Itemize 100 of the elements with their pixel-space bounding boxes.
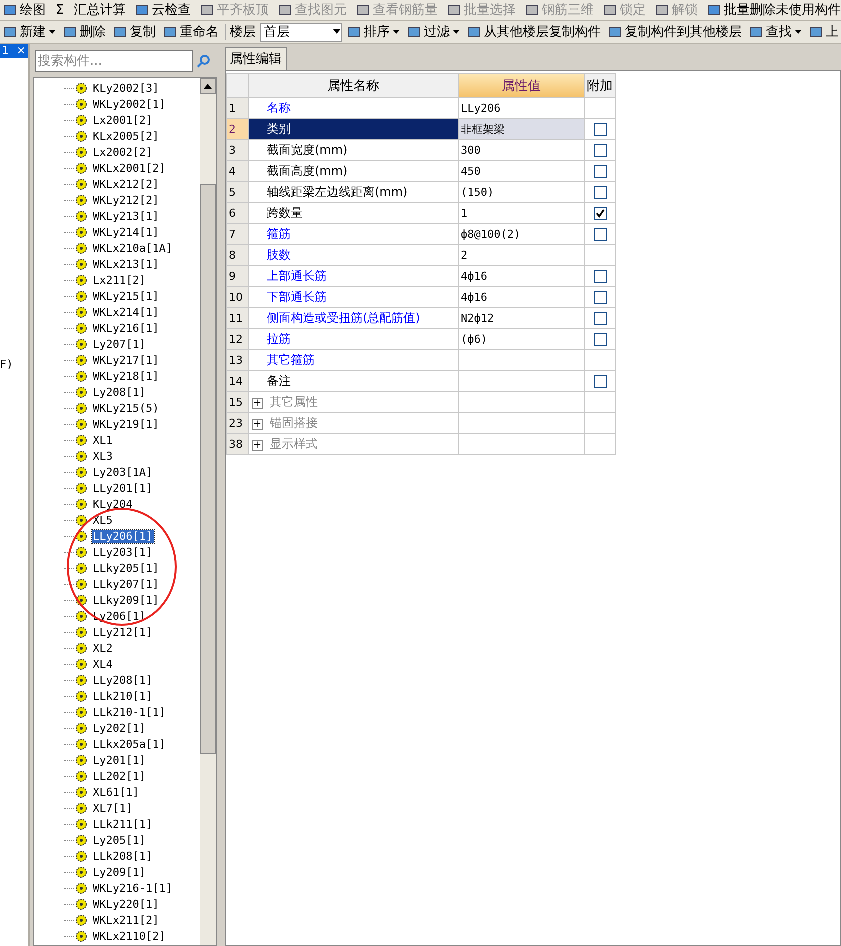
tree-item[interactable]: Ly203[1A] [92, 466, 154, 478]
tree-item[interactable]: LLy208[1] [92, 674, 154, 686]
property-name[interactable]: 箍筋 [248, 224, 458, 244]
tree-item[interactable]: XL2 [92, 642, 114, 654]
tree-item[interactable]: LL202[1] [92, 770, 147, 782]
tree-item[interactable]: WKLy219[1] [92, 418, 160, 430]
tree-item[interactable]: XL3 [92, 450, 114, 462]
property-name[interactable]: 侧面构造或受扭筋(总配筋值) [248, 308, 458, 328]
close-button[interactable]: × [16, 44, 26, 58]
property-name[interactable]: 截面高度(mm) [248, 160, 458, 182]
checkbox[interactable] [594, 207, 606, 220]
scrollbar[interactable] [200, 78, 216, 945]
toolbar-button[interactable]: 批量删除未使用构件 [706, 1, 841, 19]
tree-item[interactable]: LLk210-1[1] [92, 706, 167, 718]
tree-item[interactable]: WKLy216[1] [92, 322, 160, 334]
toolbar-button[interactable]: 排序 [346, 23, 402, 41]
tree-item[interactable]: Ly205[1] [92, 834, 147, 846]
toolbar-button[interactable]: 复制 [112, 23, 158, 41]
tree-item[interactable]: WKLy216-1[1] [92, 882, 174, 894]
property-name[interactable]: 轴线距梁左边线距离(mm) [248, 182, 458, 202]
expand-button[interactable]: + [252, 398, 263, 408]
property-value[interactable]: N2ф12 [458, 308, 584, 328]
checkbox[interactable] [594, 228, 606, 242]
toolbar-button[interactable]: 删除 [62, 23, 108, 41]
checkbox[interactable] [594, 144, 606, 158]
tree-item[interactable]: Lx2002[2] [92, 146, 154, 158]
checkbox[interactable] [594, 312, 606, 326]
tree-item[interactable]: WKLy2002[1] [92, 98, 167, 110]
tree-item[interactable]: WKLy212[2] [92, 194, 160, 206]
tree-item[interactable]: KLy204 [92, 498, 134, 510]
property-name[interactable]: 其它箍筋 [248, 350, 458, 370]
expand-button[interactable]: + [252, 440, 263, 450]
tree-item[interactable]: KLy2002[3] [92, 82, 160, 94]
expand-button[interactable]: + [252, 418, 263, 430]
tree-item[interactable]: WKLx2110[2] [92, 930, 167, 942]
property-value[interactable]: 4ф16 [458, 266, 584, 286]
search-field[interactable]: 搜索构件... [35, 50, 193, 72]
toolbar-button[interactable]: 上 [808, 23, 841, 41]
property-name[interactable]: 拉筋 [248, 328, 458, 350]
toolbar-button[interactable]: 复制构件到其他楼层 [607, 23, 744, 41]
toolbar-button[interactable]: 汇总计算 [72, 1, 128, 19]
tree-item[interactable]: LLk210[1] [92, 690, 154, 702]
tree-item[interactable]: LLy201[1] [92, 482, 154, 494]
checkbox[interactable] [594, 375, 606, 388]
properties-tab[interactable]: 属性编辑 [225, 47, 287, 70]
toolbar-button[interactable]: 重命名 [162, 23, 221, 41]
tree-item[interactable]: WKLy214[1] [92, 226, 160, 238]
tree-item[interactable]: WKLx211[2] [92, 914, 160, 926]
tree-item[interactable]: Ly207[1] [92, 338, 147, 350]
property-name[interactable]: 名称 [248, 98, 458, 118]
tree-item[interactable]: WKLx210a[1A] [92, 242, 174, 254]
property-value[interactable]: (150) [458, 182, 584, 202]
tree-item[interactable]: LLky207[1] [92, 578, 160, 590]
property-value[interactable]: 2 [458, 244, 584, 266]
tree-item[interactable]: XL5 [92, 514, 114, 526]
tree-item[interactable]: KLx2005[2] [92, 130, 160, 142]
property-name[interactable]: 下部通长筋 [248, 286, 458, 308]
tree-item[interactable]: XL1 [92, 434, 114, 446]
tree-item[interactable]: WKLy220[1] [92, 898, 160, 910]
checkbox[interactable] [594, 186, 606, 200]
checkbox[interactable] [594, 165, 606, 178]
toolbar-button[interactable]: 云检查 [134, 1, 194, 19]
toolbar-button[interactable]: 从其他楼层复制构件 [466, 23, 603, 41]
checkbox[interactable] [594, 270, 606, 284]
tree-item[interactable]: WKLx212[2] [92, 178, 160, 190]
sum-button[interactable]: Σ [54, 2, 66, 18]
checkbox[interactable] [594, 123, 606, 136]
tree-item[interactable]: LLkx205a[1] [92, 738, 167, 750]
tree-item[interactable]: Ly202[1] [92, 722, 147, 734]
tree-item[interactable]: XL7[1] [92, 802, 134, 814]
property-value[interactable]: (ф6) [458, 328, 584, 350]
tree-item[interactable]: Ly201[1] [92, 754, 147, 766]
tree-item[interactable]: Ly209[1] [92, 866, 147, 878]
tree-item[interactable]: WKLx214[1] [92, 306, 160, 318]
property-name[interactable]: 上部通长筋 [248, 266, 458, 286]
panel-tab[interactable]: 1 × [0, 44, 28, 58]
tree-item[interactable]: WKLy215[1] [92, 290, 160, 302]
property-value[interactable]: 1 [458, 202, 584, 224]
tree-item[interactable]: LLy212[1] [92, 626, 154, 638]
tree-item[interactable]: LLky209[1] [92, 594, 160, 606]
tree-item[interactable]: WKLx2001[2] [92, 162, 167, 174]
property-name[interactable]: 备注 [248, 370, 458, 392]
property-value[interactable]: 非框架梁 [458, 118, 584, 140]
checkbox[interactable] [594, 333, 606, 346]
property-value[interactable]: 4ф16 [458, 286, 584, 308]
property-name[interactable]: 类别 [248, 118, 458, 140]
tree-item[interactable]: WKLy218[1] [92, 370, 160, 382]
toolbar-button[interactable]: 查找 [748, 23, 804, 41]
checkbox[interactable] [594, 291, 606, 304]
tree-item[interactable]: XL4 [92, 658, 114, 670]
tree-item[interactable]: LLky205[1] [92, 562, 160, 574]
property-value[interactable]: ф8@100(2) [458, 224, 584, 244]
tree-item[interactable]: LLk208[1] [92, 850, 154, 862]
tree-item[interactable]: WKLy213[1] [92, 210, 160, 222]
tree-item[interactable]: LLy206[1] [92, 530, 154, 542]
property-name[interactable]: 肢数 [248, 244, 458, 266]
property-value[interactable]: 300 [458, 140, 584, 160]
tree-item[interactable]: WKLy217[1] [92, 354, 160, 366]
floor-select[interactable]: 首层 [260, 22, 342, 42]
tree-item[interactable]: LLy203[1] [92, 546, 154, 558]
